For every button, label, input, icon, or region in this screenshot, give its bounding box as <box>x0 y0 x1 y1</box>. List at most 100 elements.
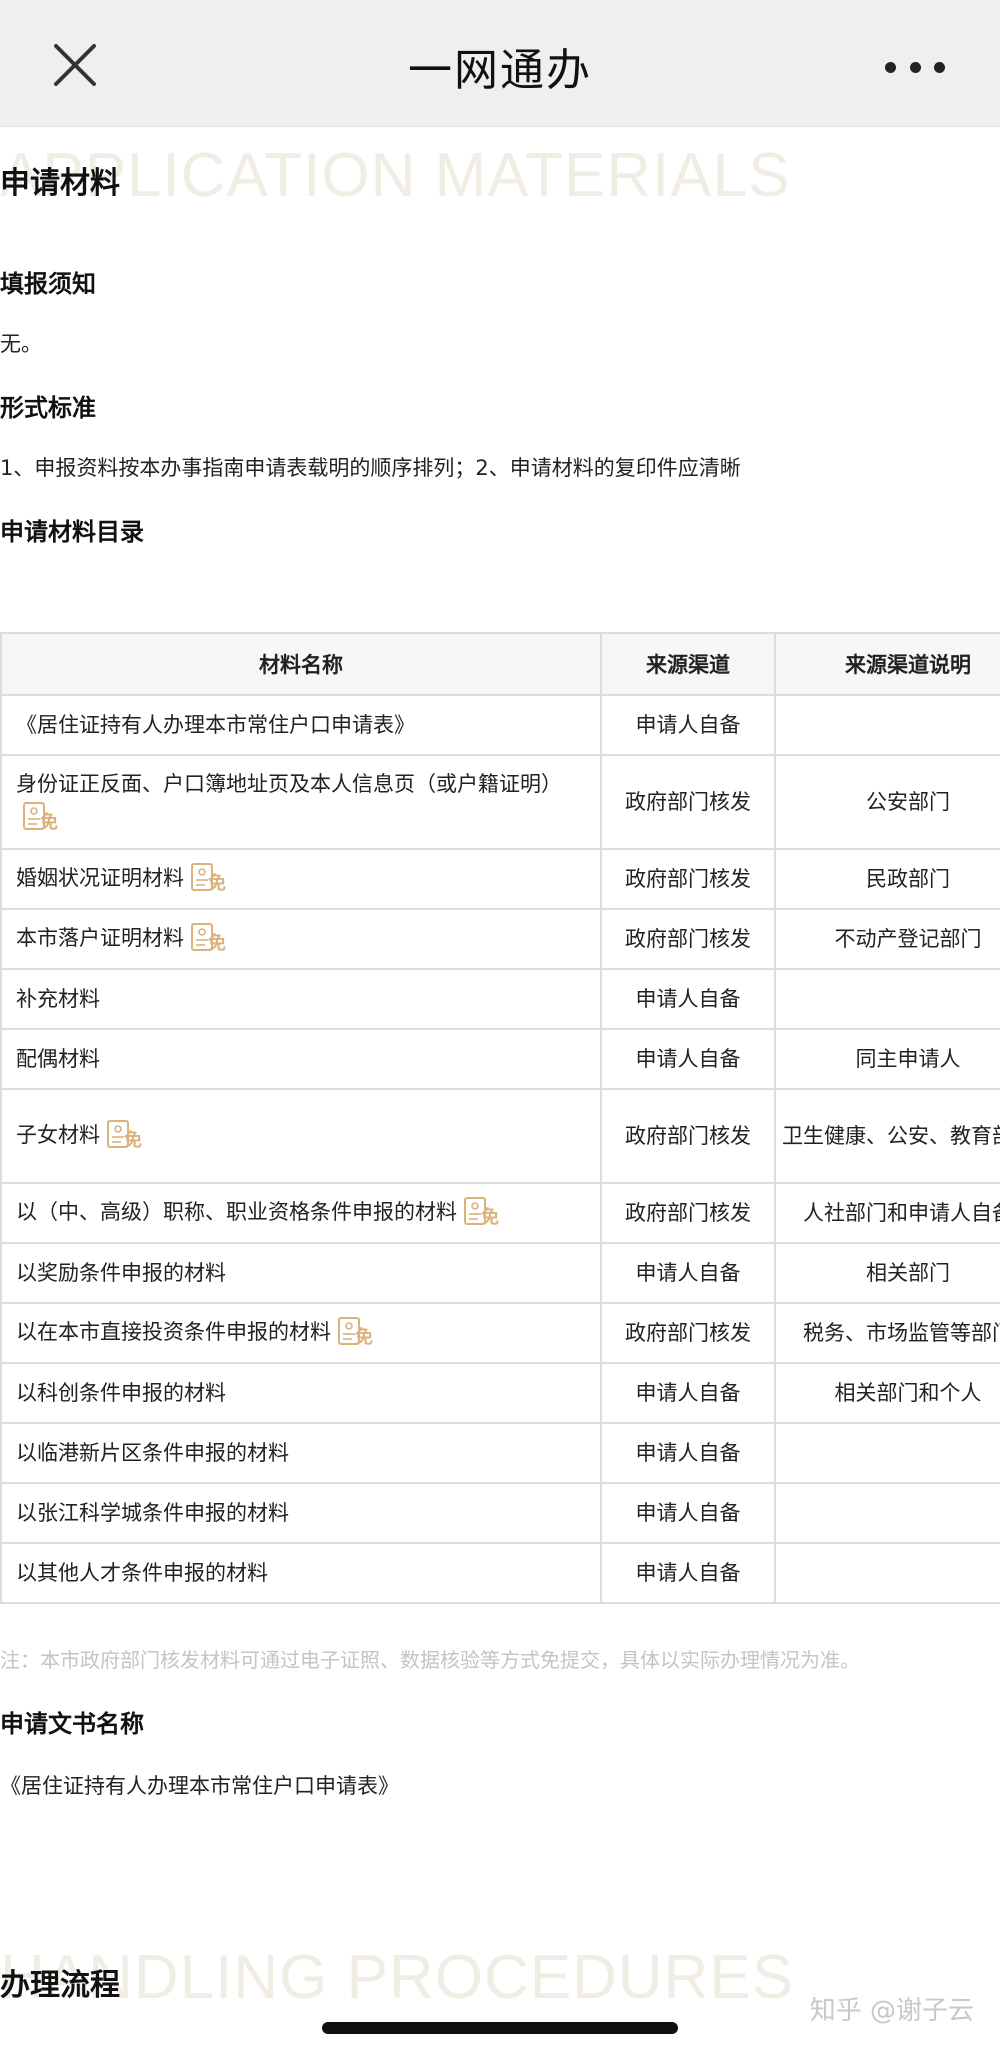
material-source: 政府部门核发 <box>600 1302 776 1364</box>
material-name-cell: 以张江科学城条件申报的材料 <box>0 1482 602 1544</box>
fill-notice-heading: 填报须知 <box>0 270 96 298</box>
svg-text:免: 免 <box>208 932 226 953</box>
material-name: 补充材料 <box>16 987 100 1011</box>
material-source: 政府部门核发 <box>600 754 776 850</box>
material-source: 申请人自备 <box>600 694 776 756</box>
material-source: 政府部门核发 <box>600 1182 776 1244</box>
table-row: 以（中、高级）职称、职业资格条件申报的材料 免 政府部门核发 人社部门和申请人自备 <box>0 1182 1000 1244</box>
svg-text:免: 免 <box>355 1326 373 1347</box>
material-source: 政府部门核发 <box>600 908 776 970</box>
svg-text:免: 免 <box>481 1206 499 1227</box>
column-header-source: 来源渠道 <box>600 632 776 696</box>
source-watermark: 知乎 @谢子云 <box>809 1996 974 2026</box>
material-name: 以在本市直接投资条件申报的材料 <box>16 1320 331 1344</box>
table-row: 《居住证持有人办理本市常住户口申请表》 申请人自备 <box>0 694 1000 756</box>
material-source: 申请人自备 <box>600 1482 776 1544</box>
more-dot-icon <box>885 61 896 73</box>
svg-text:免: 免 <box>208 872 226 893</box>
materials-table: 材料名称 来源渠道 来源渠道说明 《居住证持有人办理本市常住户口申请表》申请人自… <box>0 632 1000 1604</box>
table-row: 婚姻状况证明材料 免 政府部门核发 民政部门 <box>0 848 1000 910</box>
column-header-name: 材料名称 <box>0 632 602 696</box>
exempt-badge-icon[interactable]: 免 <box>463 1195 503 1227</box>
top-nav-bar: 一网通办 <box>0 0 1000 127</box>
material-name-cell: 以其他人才条件申报的材料 <box>0 1542 602 1604</box>
material-name: 以张江科学城条件申报的材料 <box>16 1501 289 1525</box>
table-row: 以在本市直接投资条件申报的材料 免 政府部门核发 税务、市场监管等部门 <box>0 1302 1000 1364</box>
material-source: 申请人自备 <box>600 1242 776 1304</box>
materials-table-body: 《居住证持有人办理本市常住户口申请表》 申请人自备 身份证正反面、户口簿地址页及本人… <box>0 694 1000 1604</box>
table-row: 补充材料 申请人自备 <box>0 968 1000 1030</box>
material-name-cell: 补充材料 <box>0 968 602 1030</box>
table-row: 子女材料 免 政府部门核发卫生健康、公安、教育部门 <box>0 1088 1000 1184</box>
materials-catalog-heading: 申请材料目录 <box>0 518 144 546</box>
material-name-cell: 以奖励条件申报的材料 <box>0 1242 602 1304</box>
material-source: 政府部门核发 <box>600 1088 776 1184</box>
material-name: 以科创条件申报的材料 <box>16 1381 226 1405</box>
fill-notice-text: 无。 <box>0 332 42 356</box>
material-name: 以临港新片区条件申报的材料 <box>16 1441 289 1465</box>
material-name: 婚姻状况证明材料 <box>16 866 184 890</box>
exempt-badge-icon[interactable]: 免 <box>190 921 230 953</box>
material-name: 以（中、高级）职称、职业资格条件申报的材料 <box>16 1200 457 1224</box>
exempt-badge-icon[interactable]: 免 <box>337 1315 377 1347</box>
material-name-cell: 本市落户证明材料 免 <box>0 908 602 970</box>
material-name: 以奖励条件申报的材料 <box>16 1261 226 1285</box>
table-header-row: 材料名称 来源渠道 来源渠道说明 <box>0 632 1000 696</box>
table-row: 以奖励条件申报的材料 申请人自备 相关部门 <box>0 1242 1000 1304</box>
material-source-desc: 税务、市场监管等部门 <box>774 1302 1000 1364</box>
material-source-desc: 相关部门 <box>774 1242 1000 1304</box>
material-name: 本市落户证明材料 <box>16 926 184 950</box>
material-name: 子女材料 <box>16 1123 100 1147</box>
material-source-desc <box>774 968 1000 1030</box>
column-header-source-desc: 来源渠道说明 <box>774 632 1000 696</box>
material-source: 政府部门核发 <box>600 848 776 910</box>
page-title: 一网通办 <box>408 45 592 96</box>
table-row: 身份证正反面、户口簿地址页及本人信息页（或户籍证明） 免 政府部门核发 公安部门 <box>0 754 1000 850</box>
svg-text:免: 免 <box>40 811 58 832</box>
material-name: 身份证正反面、户口簿地址页及本人信息页（或户籍证明） <box>16 772 562 796</box>
material-name-cell: 配偶材料 <box>0 1028 602 1090</box>
exempt-badge-icon[interactable]: 免 <box>22 800 62 832</box>
material-source-desc: 人社部门和申请人自备 <box>774 1182 1000 1244</box>
material-source-desc <box>774 1482 1000 1544</box>
material-name-cell: 身份证正反面、户口簿地址页及本人信息页（或户籍证明） 免 <box>0 754 602 850</box>
material-name: 《居住证持有人办理本市常住户口申请表》 <box>16 713 415 737</box>
material-source-desc <box>774 694 1000 756</box>
table-row: 以张江科学城条件申报的材料 申请人自备 <box>0 1482 1000 1544</box>
material-source: 申请人自备 <box>600 1362 776 1424</box>
procedures-heading: 办理流程 <box>0 1968 120 2003</box>
material-source-desc: 同主申请人 <box>774 1028 1000 1090</box>
table-row: 配偶材料 申请人自备 同主申请人 <box>0 1028 1000 1090</box>
more-options-button[interactable] <box>885 60 945 74</box>
material-source-desc <box>774 1542 1000 1604</box>
table-row: 以其他人才条件申报的材料 申请人自备 <box>0 1542 1000 1604</box>
material-source: 申请人自备 <box>600 1028 776 1090</box>
material-name-cell: 以（中、高级）职称、职业资格条件申报的材料 免 <box>0 1182 602 1244</box>
material-source-desc: 民政部门 <box>774 848 1000 910</box>
material-name-cell: 以科创条件申报的材料 <box>0 1362 602 1424</box>
exempt-badge-icon[interactable]: 免 <box>190 861 230 893</box>
material-name: 配偶材料 <box>16 1047 100 1071</box>
table-row: 本市落户证明材料 免 政府部门核发 不动产登记部门 <box>0 908 1000 970</box>
material-source-desc: 公安部门 <box>774 754 1000 850</box>
format-standard-heading: 形式标准 <box>0 394 96 422</box>
home-indicator[interactable] <box>322 2022 678 2034</box>
exempt-badge-icon[interactable]: 免 <box>106 1118 146 1150</box>
table-row: 以临港新片区条件申报的材料 申请人自备 <box>0 1422 1000 1484</box>
more-dot-icon <box>909 61 921 73</box>
material-source-desc: 卫生健康、公安、教育部门 <box>774 1088 1000 1184</box>
material-name-cell: 《居住证持有人办理本市常住户口申请表》 <box>0 694 602 756</box>
material-name-cell: 以在本市直接投资条件申报的材料 免 <box>0 1302 602 1364</box>
materials-heading: 申请材料 <box>0 166 120 201</box>
material-source-desc: 不动产登记部门 <box>774 908 1000 970</box>
table-row: 以科创条件申报的材料 申请人自备 相关部门和个人 <box>0 1362 1000 1424</box>
material-name: 以其他人才条件申报的材料 <box>16 1561 268 1585</box>
material-source-desc: 相关部门和个人 <box>774 1362 1000 1424</box>
material-name-cell: 子女材料 免 <box>0 1088 602 1184</box>
table-footnote: 注：本市政府部门核发材料可通过电子证照、数据核验等方式免提交，具体以实际办理情况… <box>0 1648 860 1672</box>
material-source: 申请人自备 <box>600 1542 776 1604</box>
material-source-desc <box>774 1422 1000 1484</box>
format-standard-text: 1、申报资料按本办事指南申请表载明的顺序排列；2、申请材料的复印件应清晰 <box>0 456 741 480</box>
material-name-cell: 婚姻状况证明材料 免 <box>0 848 602 910</box>
document-name-heading: 申请文书名称 <box>0 1710 144 1738</box>
